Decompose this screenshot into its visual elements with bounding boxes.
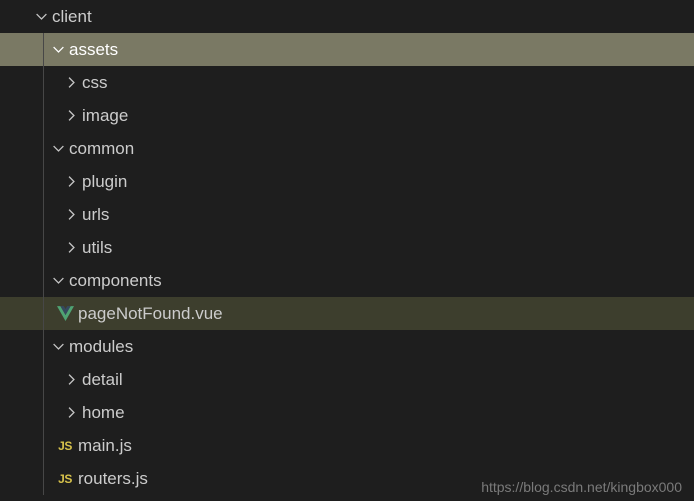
chevron-right-icon <box>62 175 80 188</box>
file-label: pageNotFound.vue <box>76 304 223 324</box>
folder-urls[interactable]: urls <box>0 198 694 231</box>
folder-client[interactable]: client <box>0 0 694 33</box>
folder-label: assets <box>67 40 118 60</box>
chevron-right-icon <box>62 406 80 419</box>
folder-label: common <box>67 139 134 159</box>
file-label: main.js <box>76 436 132 456</box>
vue-icon <box>54 306 76 321</box>
folder-detail[interactable]: detail <box>0 363 694 396</box>
folder-common[interactable]: common <box>0 132 694 165</box>
file-explorer-tree: client assets css image <box>0 0 694 495</box>
chevron-right-icon <box>62 76 80 89</box>
folder-home[interactable]: home <box>0 396 694 429</box>
folder-assets[interactable]: assets <box>0 33 694 66</box>
js-icon: JS <box>54 472 76 486</box>
js-icon: JS <box>54 439 76 453</box>
folder-label: client <box>50 7 92 27</box>
chevron-down-icon <box>32 10 50 23</box>
folder-image[interactable]: image <box>0 99 694 132</box>
chevron-right-icon <box>62 109 80 122</box>
file-label: routers.js <box>76 469 148 489</box>
folder-components[interactable]: components <box>0 264 694 297</box>
folder-label: home <box>80 403 125 423</box>
chevron-right-icon <box>62 241 80 254</box>
folder-label: plugin <box>80 172 127 192</box>
file-pagenotfound-vue[interactable]: pageNotFound.vue <box>0 297 694 330</box>
folder-modules[interactable]: modules <box>0 330 694 363</box>
chevron-down-icon <box>49 274 67 287</box>
folder-label: modules <box>67 337 133 357</box>
folder-label: image <box>80 106 128 126</box>
folder-label: urls <box>80 205 109 225</box>
chevron-right-icon <box>62 373 80 386</box>
file-main-js[interactable]: JS main.js <box>0 429 694 462</box>
folder-plugin[interactable]: plugin <box>0 165 694 198</box>
chevron-down-icon <box>49 340 67 353</box>
folder-label: detail <box>80 370 123 390</box>
folder-css[interactable]: css <box>0 66 694 99</box>
folder-label: utils <box>80 238 112 258</box>
folder-label: css <box>80 73 108 93</box>
chevron-right-icon <box>62 208 80 221</box>
watermark-text: https://blog.csdn.net/kingbox000 <box>481 479 682 495</box>
folder-label: components <box>67 271 162 291</box>
chevron-down-icon <box>49 142 67 155</box>
folder-utils[interactable]: utils <box>0 231 694 264</box>
chevron-down-icon <box>49 43 67 56</box>
